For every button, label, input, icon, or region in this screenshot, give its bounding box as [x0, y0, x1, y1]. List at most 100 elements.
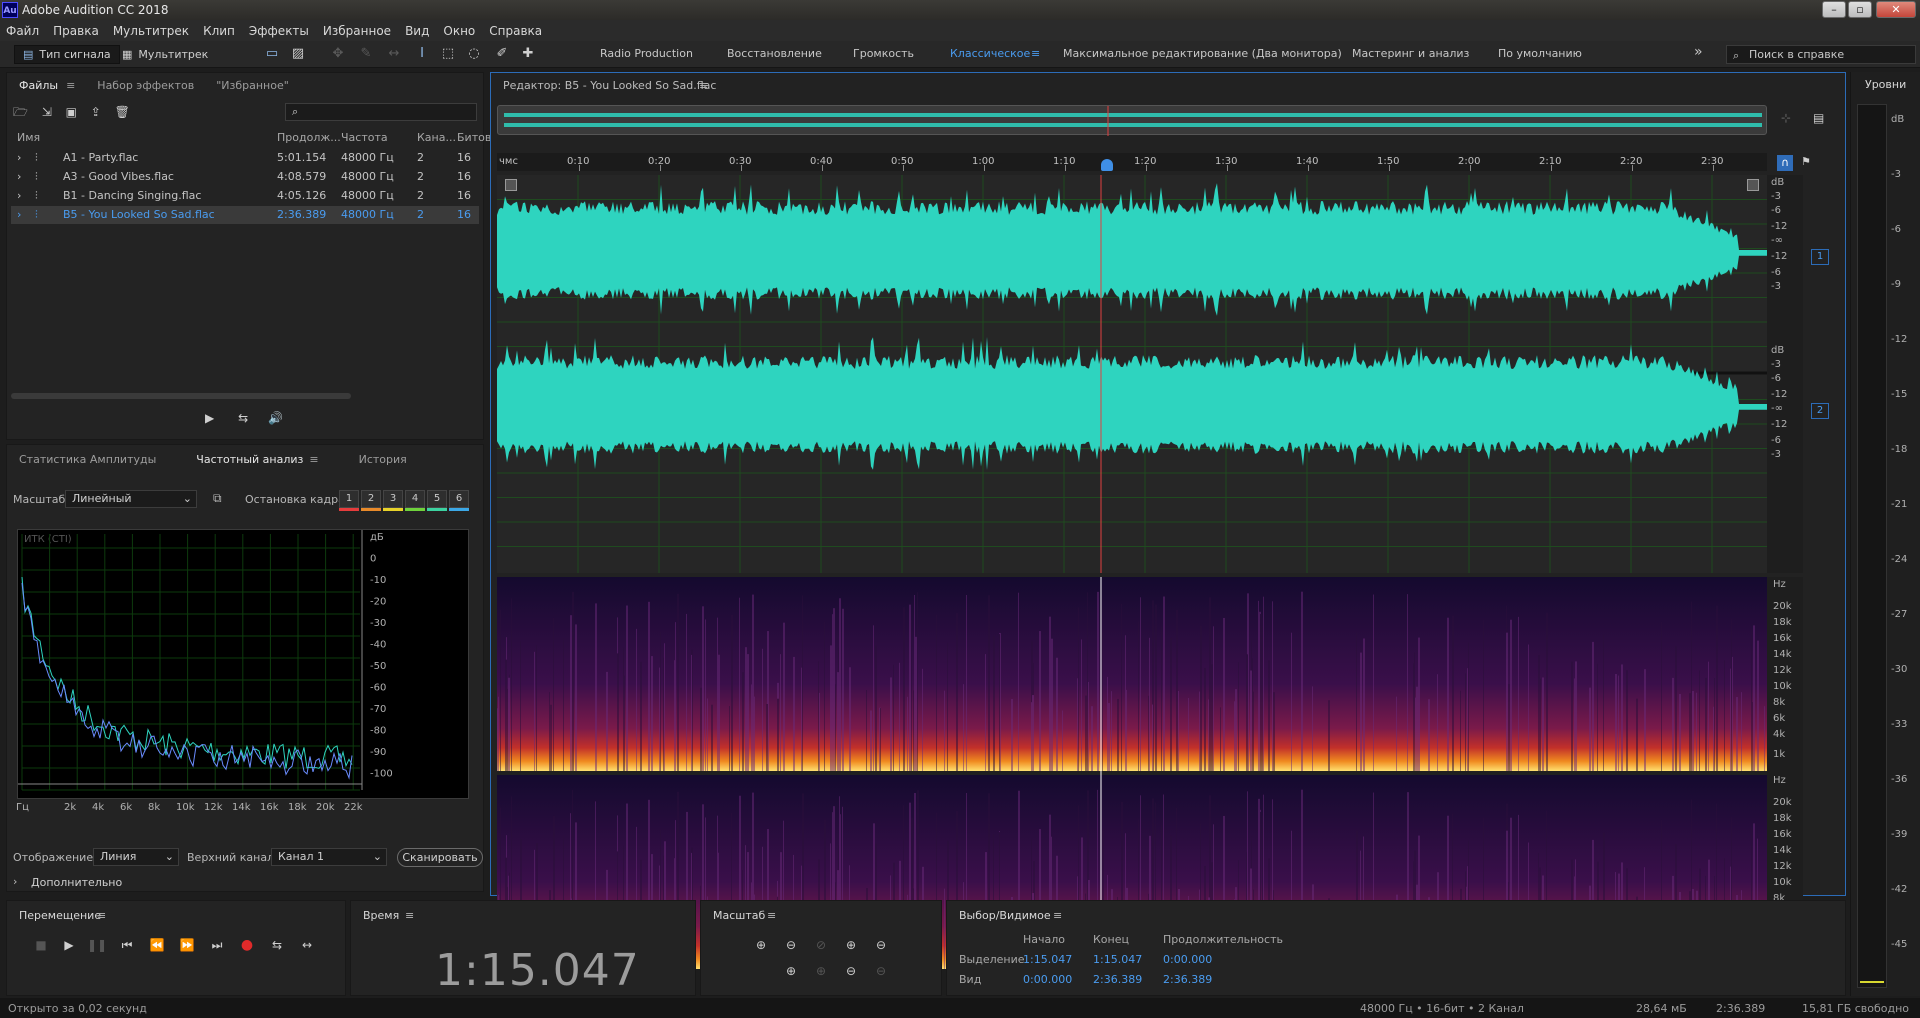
new-file-icon[interactable]: ▣ — [66, 105, 77, 119]
workspace-classic[interactable]: Классическое — [950, 47, 1030, 60]
file-row[interactable]: › ⫶ B1 - Dancing Singing.flac 4:05.126 48000… — [11, 187, 479, 205]
fast-forward-icon[interactable]: ⏩ — [177, 935, 197, 955]
freeze-slot-4[interactable]: 4 — [405, 490, 425, 508]
workspace-max-editing[interactable]: Максимальное редактирование (Два монитор… — [1063, 47, 1342, 60]
volume-icon[interactable]: 🔊 — [268, 411, 283, 425]
panel-menu-icon[interactable]: ≡ — [1053, 909, 1062, 922]
multitrack-mode-button[interactable]: ▦ Мультитрек — [114, 45, 216, 64]
record-icon[interactable]: ● — [237, 935, 257, 955]
skip-selection-icon[interactable]: ↔ — [297, 935, 317, 955]
zoom-selection-icon[interactable]: ⊕ — [781, 961, 801, 981]
channel-2-toggle[interactable]: 2 — [1811, 403, 1829, 419]
zoom-to-fit-icon[interactable]: ⊹ — [1781, 111, 1791, 125]
tab-frequency-analysis[interactable]: Частотный анализ — [196, 453, 303, 466]
channel-select[interactable]: Канал 1 ⌄ — [271, 848, 387, 866]
panel-menu-icon[interactable]: ≡ — [66, 79, 75, 92]
workspace-default[interactable]: По умолчанию — [1498, 47, 1582, 60]
file-row[interactable]: › ⫶ A1 - Party.flac 5:01.154 48000 Гц 2 16 — [11, 149, 479, 167]
panel-menu-icon[interactable]: ≡ — [767, 909, 776, 922]
panel-options-icon[interactable]: ▤ — [1813, 111, 1824, 125]
menu-view[interactable]: Вид — [405, 24, 429, 38]
spectral-view-icon[interactable]: ▨ — [290, 46, 306, 62]
selection-end[interactable]: 1:15.047 — [1093, 953, 1142, 966]
close-button[interactable]: ✕ — [1876, 1, 1916, 18]
files-scrollbar[interactable] — [11, 393, 351, 399]
more-workspaces-icon[interactable]: » — [1694, 44, 1703, 60]
import-icon[interactable]: ⇲ — [42, 105, 52, 119]
marquee-tool-icon[interactable]: ⬚ — [440, 46, 456, 62]
play-icon[interactable]: ▶ — [59, 935, 79, 955]
freeze-slot-3[interactable]: 3 — [383, 490, 403, 508]
menu-help[interactable]: Справка — [489, 24, 542, 38]
overview-bar[interactable] — [497, 105, 1767, 136]
scale-select[interactable]: Линейный ⌄ — [65, 490, 197, 508]
delete-icon[interactable]: 🗑 — [115, 105, 130, 119]
zoom-out-point-icon[interactable]: ⊖ — [871, 961, 891, 981]
playhead-handle[interactable] — [1101, 159, 1113, 171]
menu-effects[interactable]: Эффекты — [249, 24, 309, 38]
panel-menu-icon[interactable]: ≡ — [699, 79, 708, 92]
tab-favorites[interactable]: "Избранное" — [216, 79, 289, 92]
move-tool-icon[interactable]: ✥ — [330, 46, 346, 62]
selection-start[interactable]: 1:15.047 — [1023, 953, 1072, 966]
workspace-radio-production[interactable]: Radio Production — [600, 47, 693, 60]
freeze-slot-1[interactable]: 1 — [339, 490, 359, 508]
workspace-loudness[interactable]: Громкость — [853, 47, 914, 60]
zoom-in-point-icon[interactable]: ⊕ — [811, 961, 831, 981]
help-search-input[interactable]: ⌕ Поиск в справке — [1726, 45, 1916, 64]
col-duration[interactable]: Продолж... — [277, 131, 341, 144]
workspace-restoration[interactable]: Восстановление — [727, 47, 822, 60]
channel-1-toggle[interactable]: 1 — [1811, 249, 1829, 265]
skip-forward-icon[interactable]: ⏭ — [207, 935, 227, 955]
view-duration[interactable]: 2:36.389 — [1163, 973, 1212, 986]
brush-tool-icon[interactable]: ✐ — [494, 46, 510, 62]
camera-icon[interactable]: ⧉ — [213, 491, 222, 506]
menu-file[interactable]: Файл — [6, 24, 39, 38]
play-icon[interactable]: ▶ — [205, 411, 214, 425]
menu-multitrack[interactable]: Мультитрек — [113, 24, 189, 38]
menu-edit[interactable]: Правка — [53, 24, 99, 38]
tab-effects-rack[interactable]: Набор эффектов — [97, 79, 194, 92]
zoom-out-full-icon[interactable]: ⊖ — [841, 961, 861, 981]
stop-icon[interactable]: ■ — [31, 935, 51, 955]
zoom-in-time-icon[interactable]: ⊕ — [841, 935, 861, 955]
display-select[interactable]: Линия ⌄ — [93, 848, 179, 866]
col-channels[interactable]: Кана... — [417, 131, 456, 144]
waveform-mode-button[interactable]: ▤ Тип сигнала — [14, 45, 120, 64]
razor-tool-icon[interactable]: ✎ — [358, 46, 374, 62]
zoom-out-time-icon[interactable]: ⊖ — [871, 935, 891, 955]
tab-amplitude-stats[interactable]: Статистика Амплитуды — [19, 453, 156, 466]
workspace-mastering[interactable]: Мастеринг и анализ — [1352, 47, 1469, 60]
selection-duration[interactable]: 0:00.000 — [1163, 953, 1212, 966]
zoom-in-amplitude-icon[interactable]: ⊕ — [751, 935, 771, 955]
fade-out-handle[interactable] — [1747, 179, 1759, 191]
freeze-slot-6[interactable]: 6 — [449, 490, 469, 508]
panel-menu-icon[interactable]: ≡ — [309, 453, 318, 466]
lasso-tool-icon[interactable]: ◌ — [466, 46, 482, 62]
files-search-input[interactable]: ⌕ — [285, 103, 477, 121]
panel-menu-icon[interactable]: ≡ — [97, 909, 106, 922]
headphones-icon[interactable]: ∩ — [1777, 155, 1793, 171]
file-row[interactable]: › ⫶ A3 - Good Vibes.flac 4:08.579 48000 Гц 2 1… — [11, 168, 479, 186]
waveform-display[interactable] — [497, 175, 1767, 573]
advanced-toggle[interactable]: Дополнительно — [31, 876, 122, 889]
freeze-slot-5[interactable]: 5 — [427, 490, 447, 508]
rewind-icon[interactable]: ⏪ — [147, 935, 167, 955]
open-file-icon[interactable]: 🗁 — [13, 105, 28, 119]
skip-back-icon[interactable]: ⏮ — [117, 935, 137, 955]
col-rate[interactable]: Частота — [341, 131, 388, 144]
menu-clip[interactable]: Клип — [203, 24, 235, 38]
panel-menu-icon[interactable]: ≡ — [405, 909, 414, 922]
waveform-view-icon[interactable]: ▭ — [264, 46, 280, 62]
workspace-menu-icon[interactable]: ≡ — [1031, 47, 1040, 60]
col-name[interactable]: Имя — [17, 131, 40, 144]
slip-tool-icon[interactable]: ↔ — [386, 46, 402, 62]
scan-button[interactable]: Сканировать — [397, 848, 483, 867]
menu-window[interactable]: Окно — [443, 24, 475, 38]
file-row[interactable]: › ⫶ B5 - You Looked So Sad.flac 2:36.389 480… — [11, 206, 479, 224]
minimize-button[interactable]: – — [1822, 1, 1846, 18]
time-ruler[interactable]: чмс 0:10 0:20 0:30 0:40 0:50 1:00 1:10 1:20 1:30… — [497, 153, 1767, 171]
chevron-right-icon[interactable]: › — [13, 875, 17, 888]
tab-files[interactable]: Файлы — [19, 79, 58, 92]
view-start[interactable]: 0:00.000 — [1023, 973, 1072, 986]
